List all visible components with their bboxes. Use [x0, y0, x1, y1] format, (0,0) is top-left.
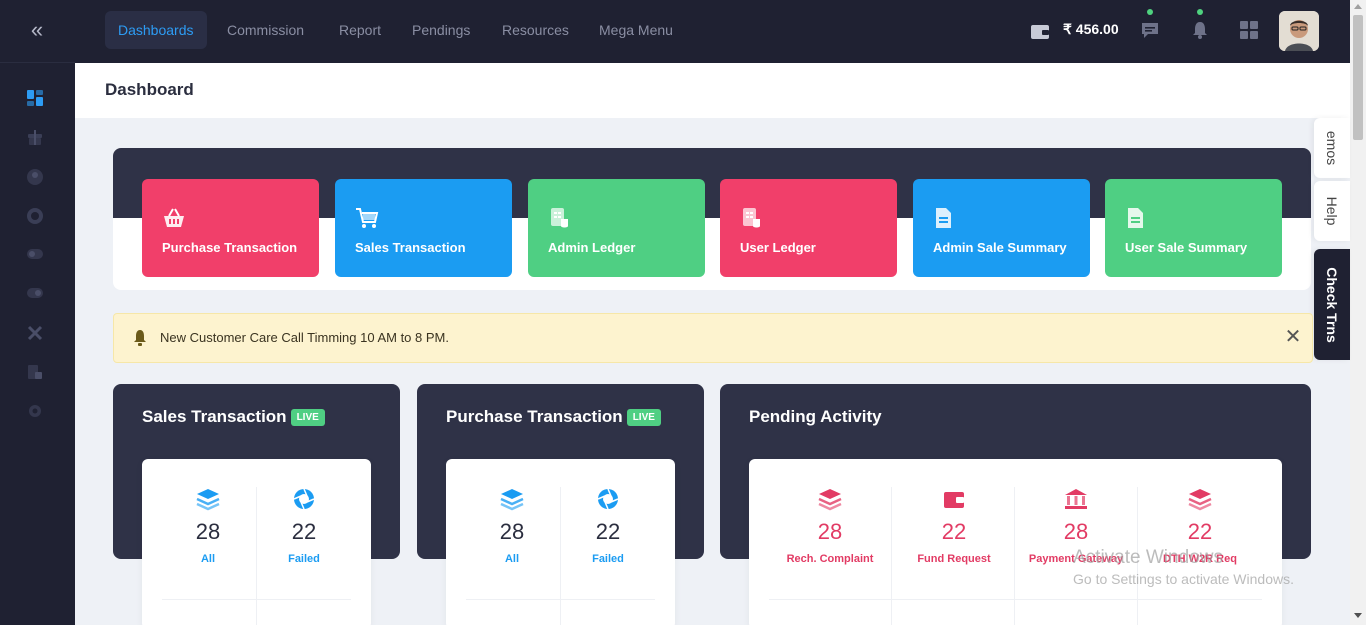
- quick-link-label: Purchase Transaction: [162, 240, 298, 255]
- sales-stats-panel: 28 All 22 Failed: [142, 459, 371, 625]
- wallet-icon: [944, 492, 964, 508]
- side-tab-demos[interactable]: emos: [1314, 118, 1350, 178]
- quick-link-label: Admin Ledger: [548, 240, 636, 255]
- live-badge: LIVE: [626, 409, 661, 426]
- pending-stats-panel: 28 Rech. Complaint 22 Fund Request 28 Pa…: [749, 459, 1282, 625]
- quick-link-purchase-transaction[interactable]: Purchase Transaction: [142, 179, 319, 277]
- layers-icon: [818, 489, 842, 511]
- alert-message: New Customer Care Call Timming 10 AM to …: [160, 330, 449, 345]
- quick-link-label: User Ledger: [740, 240, 816, 255]
- collapse-sidebar-icon[interactable]: «: [26, 19, 48, 42]
- bell-icon: [132, 329, 148, 347]
- bank-icon: [1065, 489, 1087, 509]
- sidebar-item-report-icon[interactable]: [26, 363, 44, 381]
- wallet-icon[interactable]: [1030, 22, 1050, 40]
- quick-link-admin-ledger[interactable]: Admin Ledger: [528, 179, 705, 277]
- live-badge: LIVE: [290, 409, 325, 426]
- sidebar-divider: [0, 62, 75, 63]
- cart-icon: [355, 207, 379, 229]
- card-title: Pending Activity: [749, 407, 882, 426]
- stat-divider: [466, 599, 655, 600]
- nav-pendings[interactable]: Pendings: [399, 11, 483, 49]
- quick-link-label: User Sale Summary: [1125, 240, 1248, 255]
- sidebar-item-support-icon[interactable]: [26, 207, 44, 225]
- nav-report[interactable]: Report: [326, 11, 394, 49]
- ledger-icon: [548, 207, 572, 229]
- stat-divider: [162, 599, 351, 600]
- side-tab-help[interactable]: Help: [1314, 181, 1350, 241]
- quick-link-sales-transaction[interactable]: Sales Transaction: [335, 179, 512, 277]
- side-tab-label: emos: [1324, 130, 1340, 166]
- page-scrollbar[interactable]: [1350, 0, 1366, 625]
- sidebar-item-dashboard-icon[interactable]: [26, 89, 44, 107]
- stat-value: 22: [291, 519, 317, 544]
- stat-label: Failed: [592, 553, 624, 565]
- quick-links-panel: Purchase Transaction Sales Transaction A…: [113, 148, 1311, 290]
- nav-dashboards[interactable]: Dashboards: [105, 11, 207, 49]
- sidebar-item-toggle-icon[interactable]: [26, 245, 44, 263]
- card-title: Purchase Transaction LIVE: [446, 407, 661, 427]
- sidebar-item-user-icon[interactable]: [26, 168, 44, 186]
- stat-value: 22: [1187, 519, 1213, 544]
- scroll-down-arrow-icon[interactable]: [1354, 613, 1362, 618]
- page-header: Dashboard: [75, 63, 1350, 118]
- stat-value: 22: [941, 519, 967, 544]
- stat-failed[interactable]: 22 Failed: [551, 471, 665, 565]
- activation-watermark-subtitle: Go to Settings to activate Windows.: [1073, 571, 1294, 587]
- nav-mega-menu[interactable]: Mega Menu: [586, 11, 686, 49]
- ledger-icon: [740, 207, 764, 229]
- quick-link-admin-sale-summary[interactable]: Admin Sale Summary: [913, 179, 1090, 277]
- sidebar-item-tools-icon[interactable]: [26, 324, 44, 342]
- close-alert-icon[interactable]: ✕: [1284, 327, 1302, 347]
- nav-resources[interactable]: Resources: [489, 11, 582, 49]
- sidebar-item-gift-icon[interactable]: [26, 128, 44, 146]
- apps-grid-icon[interactable]: [1239, 20, 1259, 40]
- quick-link-user-sale-summary[interactable]: User Sale Summary: [1105, 179, 1282, 277]
- side-tab-check-trns[interactable]: Check Trns: [1314, 249, 1350, 360]
- sidebar-item-settings-icon[interactable]: [26, 402, 44, 420]
- stat-divider: [891, 487, 892, 625]
- aperture-icon: [293, 488, 315, 510]
- stat-fund-request[interactable]: 22 Fund Request: [897, 471, 1011, 565]
- layers-icon: [1188, 489, 1212, 511]
- bell-notification-dot: [1197, 9, 1203, 15]
- nav-commission[interactable]: Commission: [214, 11, 317, 49]
- wallet-balance: ₹ 456.00: [1063, 21, 1119, 37]
- side-tab-label: Check Trns: [1324, 266, 1340, 343]
- message-icon[interactable]: [1140, 20, 1160, 40]
- card-title: Sales Transaction LIVE: [142, 407, 325, 427]
- purchase-stats-panel: 28 All 22 Failed: [446, 459, 675, 625]
- activation-watermark-title: Activate Windows: [1073, 547, 1223, 568]
- stat-failed[interactable]: 22 Failed: [247, 471, 361, 565]
- layers-icon: [196, 489, 220, 511]
- quick-link-user-ledger[interactable]: User Ledger: [720, 179, 897, 277]
- scroll-up-arrow-icon[interactable]: [1354, 4, 1362, 9]
- sidebar-item-switch-icon[interactable]: [26, 284, 44, 302]
- stat-value: 28: [1063, 519, 1089, 544]
- top-navbar: Dashboards Commission Report Pendings Re…: [75, 0, 1350, 63]
- message-notification-dot: [1147, 9, 1153, 15]
- page-title: Dashboard: [105, 80, 194, 99]
- document-icon: [1125, 207, 1149, 229]
- layers-icon: [500, 489, 524, 511]
- stat-label: Fund Request: [917, 553, 991, 565]
- announcement-alert: New Customer Care Call Timming 10 AM to …: [113, 313, 1313, 363]
- stat-value: 28: [817, 519, 843, 544]
- stat-divider: [769, 599, 1262, 600]
- stat-divider: [1014, 487, 1015, 625]
- stat-rech-complaint[interactable]: 28 Rech. Complaint: [773, 471, 887, 565]
- aperture-icon: [597, 488, 619, 510]
- basket-icon: [162, 207, 186, 229]
- stat-label: Failed: [288, 553, 320, 565]
- document-icon: [933, 207, 957, 229]
- quick-link-label: Sales Transaction: [355, 240, 466, 255]
- stat-value: 22: [595, 519, 621, 544]
- quick-link-label: Admin Sale Summary: [933, 240, 1067, 255]
- sidebar: «: [0, 0, 75, 625]
- side-tab-label: Help: [1324, 196, 1340, 226]
- stat-label: Rech. Complaint: [786, 553, 874, 565]
- scroll-thumb[interactable]: [1353, 15, 1363, 140]
- user-avatar[interactable]: [1279, 11, 1319, 51]
- bell-icon[interactable]: [1190, 20, 1210, 40]
